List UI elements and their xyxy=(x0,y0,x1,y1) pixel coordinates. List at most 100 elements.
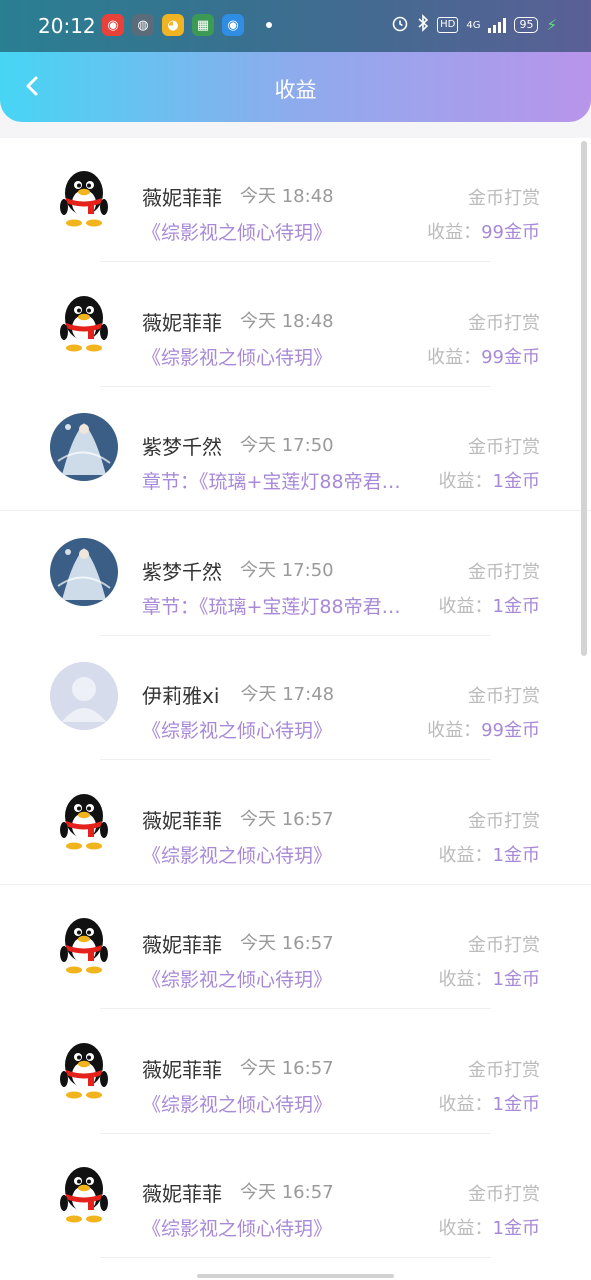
user-name: 薇妮菲菲 xyxy=(142,1182,222,1206)
income-value: 1金币 xyxy=(492,969,540,990)
avatar[interactable] xyxy=(50,1035,118,1104)
income-label: 收益： xyxy=(427,720,482,741)
book-title-link[interactable]: 《综影视之倾心待玥》 xyxy=(142,965,332,992)
user-name: 薇妮菲菲 xyxy=(142,1057,222,1082)
book-title-link[interactable]: 章节：《琉璃+宝莲灯88帝君… xyxy=(142,467,401,494)
income-row[interactable]: 紫梦千然 今天 17:50 章节：《琉璃+宝莲灯88帝君… 金币打赏收益：1金币 xyxy=(0,512,591,636)
avatar[interactable] xyxy=(50,537,118,606)
avatar[interactable] xyxy=(50,164,118,232)
income-label: 收益： xyxy=(438,969,493,990)
reward-type: 金币打赏 xyxy=(468,686,540,707)
income-row[interactable]: 紫梦千然 今天 17:50 章节：《琉璃+宝莲灯88帝君… 金币打赏收益：1金币 xyxy=(0,387,591,511)
book-title-link[interactable]: 章节：《琉璃+宝莲灯88帝君… xyxy=(142,592,401,619)
network-type: 4G xyxy=(466,19,481,31)
income-amount: 收益：1金币 xyxy=(439,1090,540,1116)
page-header: 收益 xyxy=(0,52,591,122)
time-label: 今天 16:57 xyxy=(240,1182,334,1203)
income-label: 收益： xyxy=(438,595,493,617)
time-label: 今天 16:57 xyxy=(240,933,334,954)
hd-badge: HD xyxy=(437,17,459,33)
income-label: 收益： xyxy=(438,1218,493,1239)
income-amount: 收益：1金币 xyxy=(439,467,540,493)
income-value: 99金币 xyxy=(481,720,540,741)
book-title-link[interactable]: 《综影视之倾心待玥》 xyxy=(142,1090,332,1117)
income-value: 1金币 xyxy=(492,1093,540,1115)
income-value: 1金币 xyxy=(492,471,540,492)
income-row[interactable]: 薇妮菲菲 今天 16:57 《综影视之倾心待玥》 金币打赏收益：1金币 xyxy=(0,1134,591,1258)
book-title-link[interactable]: 《综影视之倾心待玥》 xyxy=(142,841,332,868)
avatar[interactable] xyxy=(50,786,118,855)
time-label: 今天 16:57 xyxy=(240,808,334,830)
time-label: 今天 18:48 xyxy=(240,186,334,207)
battery-icon: 95 xyxy=(514,17,539,33)
book-title-link[interactable]: 《综影视之倾心待玥》 xyxy=(142,716,332,743)
avatar[interactable] xyxy=(50,1160,118,1228)
income-amount: 收益：99金币 xyxy=(427,716,540,742)
time-label: 今天 16:57 xyxy=(240,1057,334,1079)
avatar[interactable] xyxy=(50,413,118,481)
android-icon: ▦ xyxy=(192,14,214,36)
book-title-link[interactable]: 《综影视之倾心待玥》 xyxy=(142,218,332,245)
user-name: 薇妮菲菲 xyxy=(142,186,222,210)
income-row[interactable]: 伊莉雅xi 今天 17:48 《综影视之倾心待玥》 金币打赏收益：99金币 xyxy=(0,636,591,760)
bluetooth-icon xyxy=(417,14,429,36)
income-value: 1金币 xyxy=(492,595,540,617)
status-system-icons: HD 4G 95 ⚡ xyxy=(391,14,557,36)
income-row[interactable]: 薇妮菲菲 今天 18:48 《综影视之倾心待玥》 金币打赏收益：99金币 xyxy=(0,263,591,387)
row-divider xyxy=(100,1257,491,1258)
status-app-icons: ◉ ◍ ◕ ▦ ◉ xyxy=(102,14,272,36)
blue-app-icon: ◉ xyxy=(222,14,244,36)
status-time: 20:12 xyxy=(38,14,96,38)
income-amount: 收益：1金币 xyxy=(439,965,540,991)
status-bar: 20:12 ◉ ◍ ◕ ▦ ◉ HD 4G 95 ⚡ xyxy=(0,0,591,52)
user-name: 紫梦千然 xyxy=(142,559,222,584)
reward-type: 金币打赏 xyxy=(468,935,540,956)
time-label: 今天 18:48 xyxy=(240,310,334,332)
reward-type: 金币打赏 xyxy=(468,312,540,334)
time-label: 今天 17:50 xyxy=(240,435,334,456)
user-name: 薇妮菲菲 xyxy=(142,808,222,833)
home-indicator[interactable] xyxy=(197,1274,394,1278)
income-row[interactable]: 薇妮菲菲 今天 16:57 《综影视之倾心待玥》 金币打赏收益：1金币 xyxy=(0,1010,591,1134)
user-name: 薇妮菲菲 xyxy=(142,310,222,335)
time-label: 今天 17:50 xyxy=(240,559,334,581)
book-title-link[interactable]: 《综影视之倾心待玥》 xyxy=(142,343,332,370)
reward-type: 金币打赏 xyxy=(468,1184,540,1205)
charging-icon: ⚡ xyxy=(546,16,557,34)
reward-type: 金币打赏 xyxy=(468,561,540,583)
income-list[interactable]: 薇妮菲菲 今天 18:48 《综影视之倾心待玥》 金币打赏 收益：99金币 薇妮菲菲 今天 … xyxy=(0,138,591,1280)
reward-type: 金币打赏 xyxy=(468,437,540,458)
income-value: 1金币 xyxy=(492,1218,540,1239)
income-value: 1金币 xyxy=(492,844,540,866)
reward-type: 金币打赏 xyxy=(468,188,540,209)
avatar[interactable] xyxy=(50,662,118,730)
netease-music-icon: ◉ xyxy=(102,14,124,36)
more-notifications-dot xyxy=(266,22,272,28)
reward-type: 金币打赏 xyxy=(468,1059,540,1081)
income-label: 收益： xyxy=(427,222,482,243)
wechat-icon: ◍ xyxy=(132,14,154,36)
income-amount: 收益：99金币 xyxy=(427,218,540,244)
book-title-link[interactable]: 《综影视之倾心待玥》 xyxy=(142,1214,332,1241)
user-name: 伊莉雅xi xyxy=(142,684,220,708)
income-amount: 收益：99金币 xyxy=(427,343,540,369)
page-title: 收益 xyxy=(274,78,317,102)
user-name: 薇妮菲菲 xyxy=(142,933,222,957)
income-amount: 收益：1金币 xyxy=(439,1214,540,1240)
avatar[interactable] xyxy=(50,288,118,357)
income-label: 收益： xyxy=(438,844,493,866)
income-row[interactable]: 薇妮菲菲 今天 16:57 《综影视之倾心待玥》 金币打赏收益：1金币 xyxy=(0,885,591,1009)
scrollbar[interactable] xyxy=(581,141,587,656)
income-row[interactable]: 薇妮菲菲 今天 16:57 《综影视之倾心待玥》 金币打赏收益：1金币 xyxy=(0,761,591,885)
income-value: 99金币 xyxy=(481,222,540,243)
time-label: 今天 17:48 xyxy=(240,684,335,705)
reward-type: 金币打赏 xyxy=(468,810,540,832)
income-label: 收益： xyxy=(438,471,493,492)
user-name: 紫梦千然 xyxy=(142,435,222,459)
alarm-icon xyxy=(391,14,409,36)
income-amount: 收益：1金币 xyxy=(439,841,540,867)
income-amount: 收益：1金币 xyxy=(439,592,540,618)
avatar[interactable] xyxy=(50,911,118,979)
income-row[interactable]: 薇妮菲菲 今天 18:48 《综影视之倾心待玥》 金币打赏收益：99金币 xyxy=(0,138,591,262)
income-label: 收益： xyxy=(438,1093,493,1115)
